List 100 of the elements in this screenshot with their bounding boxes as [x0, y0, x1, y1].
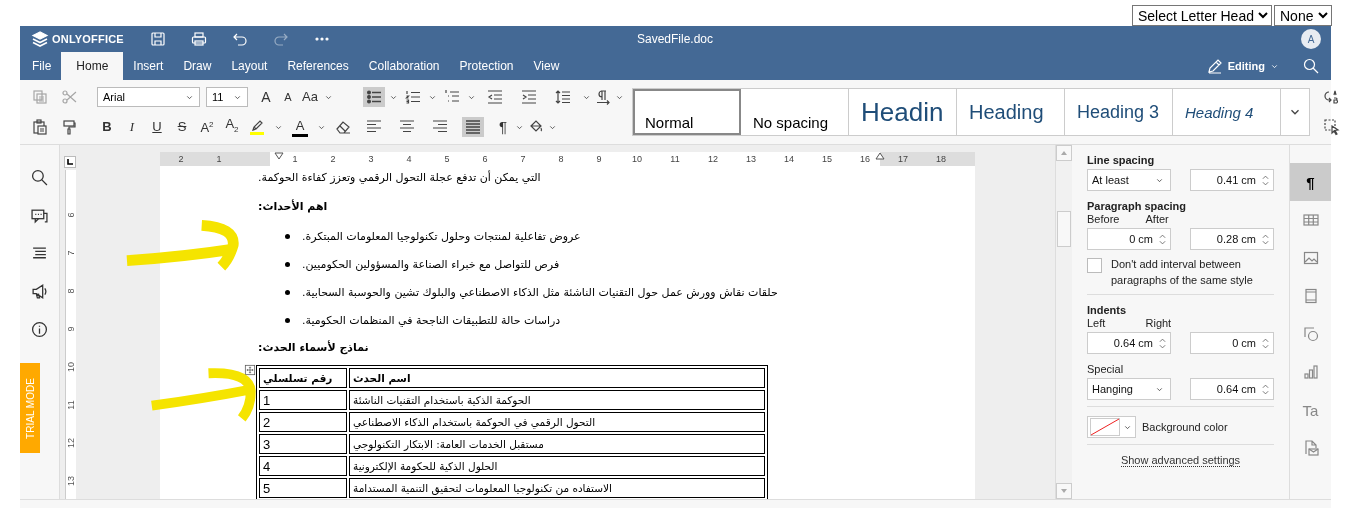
format-painter-icon[interactable]	[61, 119, 77, 135]
select-icon[interactable]	[1324, 119, 1340, 135]
indent-marker-icon[interactable]	[274, 152, 284, 160]
text-direction-icon[interactable]	[595, 89, 611, 105]
ribbon-tab[interactable]: File	[22, 52, 62, 80]
line-spacing-select[interactable]: At least	[1087, 169, 1171, 191]
bulleted-list-button[interactable]	[363, 87, 385, 107]
spin-arrows-icon[interactable]	[1262, 173, 1269, 187]
format-button[interactable]: A$_{2}$	[224, 114, 240, 140]
section-label: Indents	[1087, 304, 1128, 316]
ribbon-tab[interactable]: Collaboration	[358, 52, 450, 80]
user-avatar[interactable]: A	[1301, 29, 1321, 49]
ribbon-tab[interactable]: View	[523, 52, 570, 80]
tab-stop-icon[interactable]	[64, 156, 76, 168]
search-icon[interactable]	[1303, 58, 1319, 74]
scroll-down-icon[interactable]	[1060, 488, 1068, 494]
page-icon	[1302, 288, 1319, 304]
spin-field[interactable]: 0.41 cm	[1190, 169, 1274, 191]
format-button[interactable]: A$^{2}$	[199, 115, 215, 139]
ribbon-tab[interactable]: References	[277, 52, 359, 80]
nonprinting-characters-button[interactable]: ¶	[495, 117, 511, 137]
indent-marker-icon[interactable]	[875, 152, 885, 160]
spin-field[interactable]: 0 cm	[1190, 332, 1274, 354]
spin-arrows-icon[interactable]	[1159, 232, 1166, 246]
ruler-number: 11	[670, 153, 680, 165]
list-item-text: دراسات حالة للتطبيقات الناجحة في المنظمات الحكومية.	[302, 313, 561, 327]
document-title: SavedFile.doc	[637, 32, 713, 46]
ruler-number: 12	[708, 153, 718, 165]
letter-head-select[interactable]: None	[1274, 5, 1332, 26]
format-button[interactable]: B	[99, 117, 115, 137]
cut-icon[interactable]	[61, 89, 77, 105]
print-icon[interactable]	[191, 31, 207, 47]
ruler-number: 1	[292, 153, 298, 165]
megaphone-icon[interactable]	[31, 283, 48, 300]
document-heading: اهم الأحداث:	[258, 198, 328, 215]
spin-arrows-icon[interactable]	[1262, 232, 1269, 246]
decrease-indent-icon[interactable]	[487, 89, 503, 105]
spin-arrows-icon[interactable]	[1262, 336, 1269, 350]
ribbon-tab[interactable]: Protection	[449, 52, 524, 80]
style-preset[interactable]: Headin	[849, 89, 957, 135]
table-move-handle-icon[interactable]	[245, 365, 255, 375]
format-button[interactable]: U	[149, 117, 165, 137]
info-icon[interactable]	[31, 321, 48, 338]
app-logo: ONLYOFFICE	[32, 31, 150, 47]
font-size-button[interactable]: Aa	[302, 87, 318, 107]
table-cell: مستقبل الخدمات العامة: الابتكار التكنولوجي	[349, 434, 765, 454]
style-preset[interactable]: Heading 3	[1065, 89, 1173, 135]
comments-icon[interactable]	[31, 207, 48, 224]
field-label: Before	[1087, 213, 1121, 225]
scrollbar-thumb[interactable]	[1057, 211, 1071, 247]
increase-indent-icon[interactable]	[521, 89, 537, 105]
style-preset[interactable]: Heading 4	[1173, 89, 1281, 135]
ribbon-tab[interactable]: Home	[61, 52, 124, 80]
scroll-up-icon[interactable]	[1060, 150, 1068, 156]
ribbon-tab[interactable]: Insert	[123, 52, 174, 80]
ruler-number: 4	[406, 153, 412, 165]
redo-icon[interactable]	[273, 31, 289, 47]
ruler-number: 13	[746, 153, 756, 165]
background-color-picker[interactable]	[1087, 416, 1136, 438]
font-size-button[interactable]: A	[280, 87, 296, 107]
letter-head-select[interactable]: Select Letter Head	[1132, 5, 1272, 26]
bullet-icon	[285, 317, 290, 323]
replace-icon[interactable]	[1324, 89, 1340, 105]
spin-arrows-icon[interactable]	[1159, 336, 1166, 350]
ruler-number: 7	[66, 249, 76, 258]
spin-field[interactable]: 0.64 cm	[1190, 378, 1274, 400]
style-preset[interactable]: Heading	[957, 89, 1065, 135]
font-size-button[interactable]: A	[258, 87, 274, 107]
checkbox[interactable]	[1087, 258, 1102, 273]
field-label: Background color	[1142, 421, 1228, 433]
style-preset[interactable]: No spacing	[741, 89, 849, 135]
font-name-field[interactable]: Arial	[97, 87, 200, 107]
editing-mode-button[interactable]: Editing	[1206, 52, 1279, 80]
vertical-scrollbar[interactable]	[1055, 145, 1072, 499]
special-indent-select[interactable]: Hanging	[1087, 378, 1171, 400]
format-button[interactable]: I	[124, 117, 140, 137]
bullet-icon	[285, 233, 290, 239]
justify-button[interactable]	[462, 117, 484, 137]
ribbon-tab[interactable]: Draw	[173, 52, 222, 80]
paste-icon[interactable]	[32, 119, 48, 135]
save-icon[interactable]	[150, 31, 166, 47]
spin-arrows-icon[interactable]	[1262, 382, 1269, 396]
eraser-icon[interactable]	[335, 119, 351, 135]
highlight-icon[interactable]	[249, 119, 265, 135]
undo-icon[interactable]	[232, 31, 248, 47]
field-label: After	[1145, 213, 1170, 225]
advanced-settings-link[interactable]: Show advanced settings	[1120, 454, 1241, 467]
spin-field[interactable]: 0.28 cm	[1190, 228, 1274, 250]
line-spacing-icon[interactable]	[555, 89, 571, 105]
pilcrow-tab[interactable]: ¶	[1290, 163, 1331, 201]
ribbon-tab[interactable]: Layout	[221, 52, 278, 80]
font-color-button[interactable]: A	[292, 117, 308, 137]
font-size-field[interactable]: 11	[206, 87, 248, 107]
search-icon[interactable]	[31, 169, 48, 186]
ruler-number: 11	[66, 400, 76, 410]
format-button[interactable]: S	[174, 117, 190, 137]
spin-field[interactable]: 0.64 cm	[1087, 332, 1171, 354]
list-item-text: حلقات نقاش وورش عمل حول التقنيات الناشئة مثل الذكاء الاصطناعي والبلوك تشين والحوسبة السحابية.	[302, 285, 778, 299]
spin-field[interactable]: 0 cm	[1087, 228, 1171, 250]
style-preset[interactable]: Normal	[633, 89, 741, 135]
